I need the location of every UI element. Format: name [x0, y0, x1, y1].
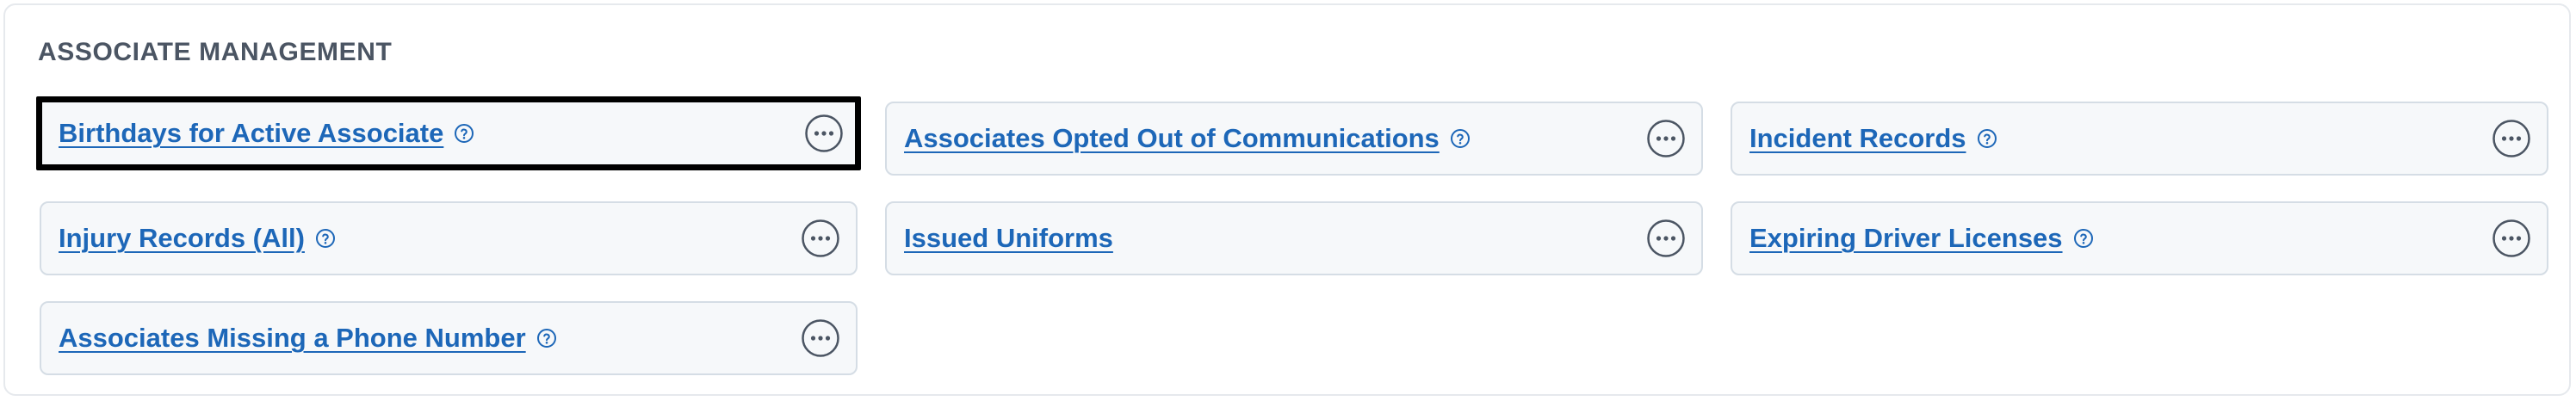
report-link-birthdays[interactable]: Birthdays for Active Associate — [59, 118, 443, 149]
more-options-icon[interactable] — [2492, 219, 2531, 258]
more-options-icon[interactable] — [804, 114, 844, 153]
report-link-incident-records[interactable]: Incident Records — [1749, 123, 1966, 154]
report-card-birthdays: Birthdays for Active Associate — [36, 96, 861, 170]
help-icon[interactable] — [2073, 228, 2094, 249]
report-card-expiring-driver-licenses: Expiring Driver Licenses — [1731, 201, 2548, 275]
report-link-opted-out[interactable]: Associates Opted Out of Communications — [904, 123, 1440, 154]
associate-management-panel: ASSOCIATE MANAGEMENT Birthdays for Activ… — [3, 3, 2571, 396]
help-icon[interactable] — [454, 123, 474, 144]
more-options-icon[interactable] — [1646, 119, 1686, 158]
more-options-icon[interactable] — [801, 219, 840, 258]
report-card-opted-out: Associates Opted Out of Communications — [885, 102, 1703, 176]
report-link-injury-records[interactable]: Injury Records (All) — [59, 223, 305, 254]
more-options-icon[interactable] — [1646, 219, 1686, 258]
more-options-icon[interactable] — [801, 318, 840, 358]
report-card-missing-phone: Associates Missing a Phone Number — [40, 301, 858, 375]
help-icon[interactable] — [315, 228, 336, 249]
help-icon[interactable] — [1450, 128, 1471, 149]
report-card-incident-records: Incident Records — [1731, 102, 2548, 176]
report-link-issued-uniforms[interactable]: Issued Uniforms — [904, 223, 1113, 254]
report-grid: Birthdays for Active Associate Associate… — [36, 96, 2548, 375]
report-card-issued-uniforms: Issued Uniforms — [885, 201, 1703, 275]
report-link-missing-phone[interactable]: Associates Missing a Phone Number — [59, 323, 526, 354]
report-link-expiring-driver-licenses[interactable]: Expiring Driver Licenses — [1749, 223, 2063, 254]
more-options-icon[interactable] — [2492, 119, 2531, 158]
section-title: ASSOCIATE MANAGEMENT — [38, 38, 393, 66]
help-icon[interactable] — [536, 328, 557, 349]
report-card-injury-records: Injury Records (All) — [40, 201, 858, 275]
help-icon[interactable] — [1977, 128, 1997, 149]
